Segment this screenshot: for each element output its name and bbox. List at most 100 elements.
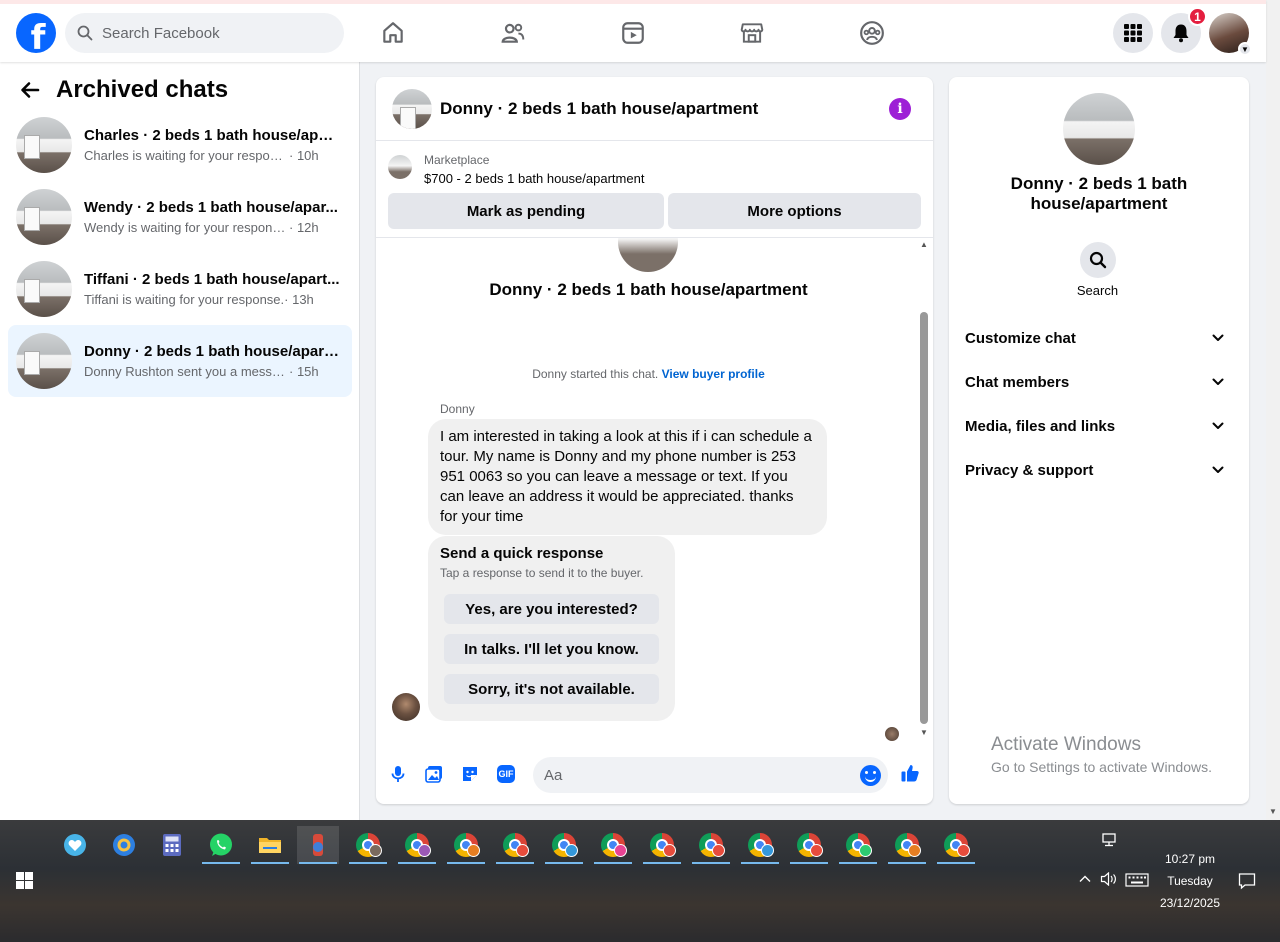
taskbar-chrome-profile-12[interactable] — [886, 826, 928, 864]
marketplace-icon[interactable] — [738, 19, 766, 47]
taskbar-chrome-profile-11[interactable] — [837, 826, 879, 864]
taskbar-app-file-explorer[interactable] — [249, 826, 291, 864]
mark-as-pending-button[interactable]: Mark as pending — [388, 193, 664, 229]
customize-chat-section[interactable]: Customize chat — [965, 320, 1233, 356]
conversation-panel: Donny · 2 beds 1 bath house/apartment i … — [376, 77, 933, 804]
scroll-thumb[interactable] — [920, 312, 928, 724]
listing-price-title[interactable]: $700 - 2 beds 1 bath house/apartment — [424, 171, 644, 186]
thread-title: Donny · 2 beds 1 bath house/apartment — [489, 280, 808, 299]
chevron-up-icon[interactable] — [1078, 872, 1092, 889]
privacy-support-section[interactable]: Privacy & support — [965, 452, 1233, 488]
chevron-down-icon — [1212, 334, 1224, 341]
windows-start-icon[interactable] — [16, 872, 33, 889]
profile-badge — [712, 844, 725, 857]
microphone-icon[interactable] — [387, 763, 409, 785]
clock-date[interactable]: 23/12/2025 — [1150, 896, 1230, 910]
facebook-logo[interactable]: f — [16, 13, 56, 53]
chat-item-tiffani[interactable]: Tiffani · 2 beds 1 bath house/apart... T… — [8, 253, 352, 325]
folder-icon — [259, 838, 281, 853]
search-input[interactable] — [102, 24, 322, 42]
home-icon[interactable] — [379, 19, 407, 47]
taskbar-chrome-profile-5[interactable] — [543, 826, 585, 864]
profile-avatar[interactable]: ▼ — [1209, 13, 1252, 56]
quick-response-yes[interactable]: Yes, are you interested? — [444, 594, 659, 624]
chat-item-charles[interactable]: Charles · 2 beds 1 bath house/apar... Ch… — [8, 109, 352, 181]
view-buyer-profile-link[interactable]: View buyer profile — [662, 367, 765, 381]
info-icon[interactable]: i — [889, 98, 911, 120]
back-arrow-icon[interactable] — [20, 80, 40, 100]
chat-item-wendy[interactable]: Wendy · 2 beds 1 bath house/apar... Wend… — [8, 181, 352, 253]
listing-thumbnail[interactable] — [392, 88, 432, 129]
chat-name: Wendy · 2 beds 1 bath house/apar... — [84, 199, 338, 216]
notifications-button[interactable]: 1 — [1161, 7, 1207, 53]
search-label: Search — [1076, 283, 1119, 298]
emoji-icon[interactable] — [860, 765, 881, 786]
chevron-down-icon — [1212, 378, 1224, 385]
taskbar-app-active[interactable] — [297, 826, 339, 864]
chevron-down-icon: ▼ — [1238, 42, 1252, 56]
quick-response-in-talks[interactable]: In talks. I'll let you know. — [444, 634, 659, 664]
taskbar-app-calculator[interactable] — [151, 826, 193, 864]
menu-grid-button[interactable] — [1113, 13, 1153, 53]
message-thread[interactable]: Donny · 2 beds 1 bath house/apartment Do… — [376, 238, 921, 743]
taskbar-chrome-profile-4[interactable] — [494, 826, 536, 864]
chat-time: · 15h — [289, 364, 319, 379]
sidebar-title: Archived chats — [56, 76, 229, 103]
app-icon — [313, 834, 323, 856]
video-icon[interactable] — [619, 19, 647, 47]
friends-icon[interactable] — [499, 19, 527, 47]
taskbar-chrome-profile-6[interactable] — [592, 826, 634, 864]
sender-name: Donny — [440, 402, 475, 416]
quick-response-subtitle: Tap a response to send it to the buyer. — [440, 566, 644, 580]
chat-preview: Wendy is waiting for your response. — [84, 220, 289, 235]
clock-day[interactable]: Tuesday — [1150, 874, 1230, 888]
taskbar-chrome-profile-1[interactable] — [347, 826, 389, 864]
chat-info-title: Donny · 2 beds 1 bath house/apartment — [1010, 174, 1188, 213]
notification-center-icon[interactable] — [1238, 872, 1256, 893]
search-in-chat-button[interactable] — [1080, 242, 1116, 278]
sticker-icon[interactable] — [459, 763, 481, 785]
chat-item-donny[interactable]: Donny · 2 beds 1 bath house/apart... Don… — [8, 325, 352, 397]
page-scrollbar[interactable]: ▼ — [1266, 0, 1280, 820]
sender-avatar[interactable] — [392, 693, 420, 721]
chat-members-section[interactable]: Chat members — [965, 364, 1233, 400]
chat-preview: Donny Rushton sent you a message ... — [84, 364, 289, 379]
taskbar-app-whatsapp[interactable] — [200, 826, 242, 864]
network-icon[interactable] — [1101, 832, 1119, 851]
shield-heart-icon — [64, 834, 86, 856]
thread-scrollbar[interactable]: ▲ ▼ — [919, 240, 929, 737]
taskbar-app-browser[interactable] — [103, 826, 145, 864]
quick-response-not-available[interactable]: Sorry, it's not available. — [444, 674, 659, 704]
photo-icon[interactable] — [423, 763, 445, 785]
profile-badge — [467, 844, 480, 857]
thumbs-up-icon[interactable] — [899, 762, 921, 784]
groups-icon[interactable] — [858, 19, 886, 47]
scroll-up-arrow[interactable]: ▲ — [919, 240, 929, 249]
taskbar-chrome-profile-3[interactable] — [445, 826, 487, 864]
scroll-down-arrow[interactable]: ▼ — [919, 728, 929, 737]
whatsapp-icon — [210, 833, 232, 856]
quick-response-card: Send a quick response Tap a response to … — [428, 536, 675, 721]
message-bubble[interactable]: I am interested in taking a look at this… — [428, 419, 827, 535]
gif-icon[interactable]: GIF — [497, 765, 515, 783]
taskbar-chrome-profile-7[interactable] — [641, 826, 683, 864]
conversation-title[interactable]: Donny · 2 beds 1 bath house/apartment — [440, 99, 758, 119]
profile-badge — [614, 844, 627, 857]
chat-preview: Charles is waiting for your response. — [84, 148, 289, 163]
taskbar-app-vpn[interactable] — [54, 826, 96, 864]
taskbar-chrome-profile-10[interactable] — [788, 826, 830, 864]
taskbar-chrome-profile-13[interactable] — [935, 826, 977, 864]
media-files-links-section[interactable]: Media, files and links — [965, 408, 1233, 444]
more-options-button[interactable]: More options — [668, 193, 921, 229]
taskbar-chrome-profile-8[interactable] — [690, 826, 732, 864]
taskbar-chrome-profile-9[interactable] — [739, 826, 781, 864]
clock-time[interactable]: 10:27 pm — [1150, 852, 1230, 866]
message-input[interactable] — [533, 757, 888, 793]
keyboard-icon[interactable] — [1125, 873, 1149, 890]
search-box[interactable] — [65, 13, 344, 53]
volume-icon[interactable] — [1100, 871, 1118, 889]
scroll-down-arrow[interactable]: ▼ — [1269, 807, 1277, 816]
listing-thumbnail — [1063, 93, 1135, 165]
quick-response-title: Send a quick response — [440, 545, 604, 562]
taskbar-chrome-profile-2[interactable] — [396, 826, 438, 864]
